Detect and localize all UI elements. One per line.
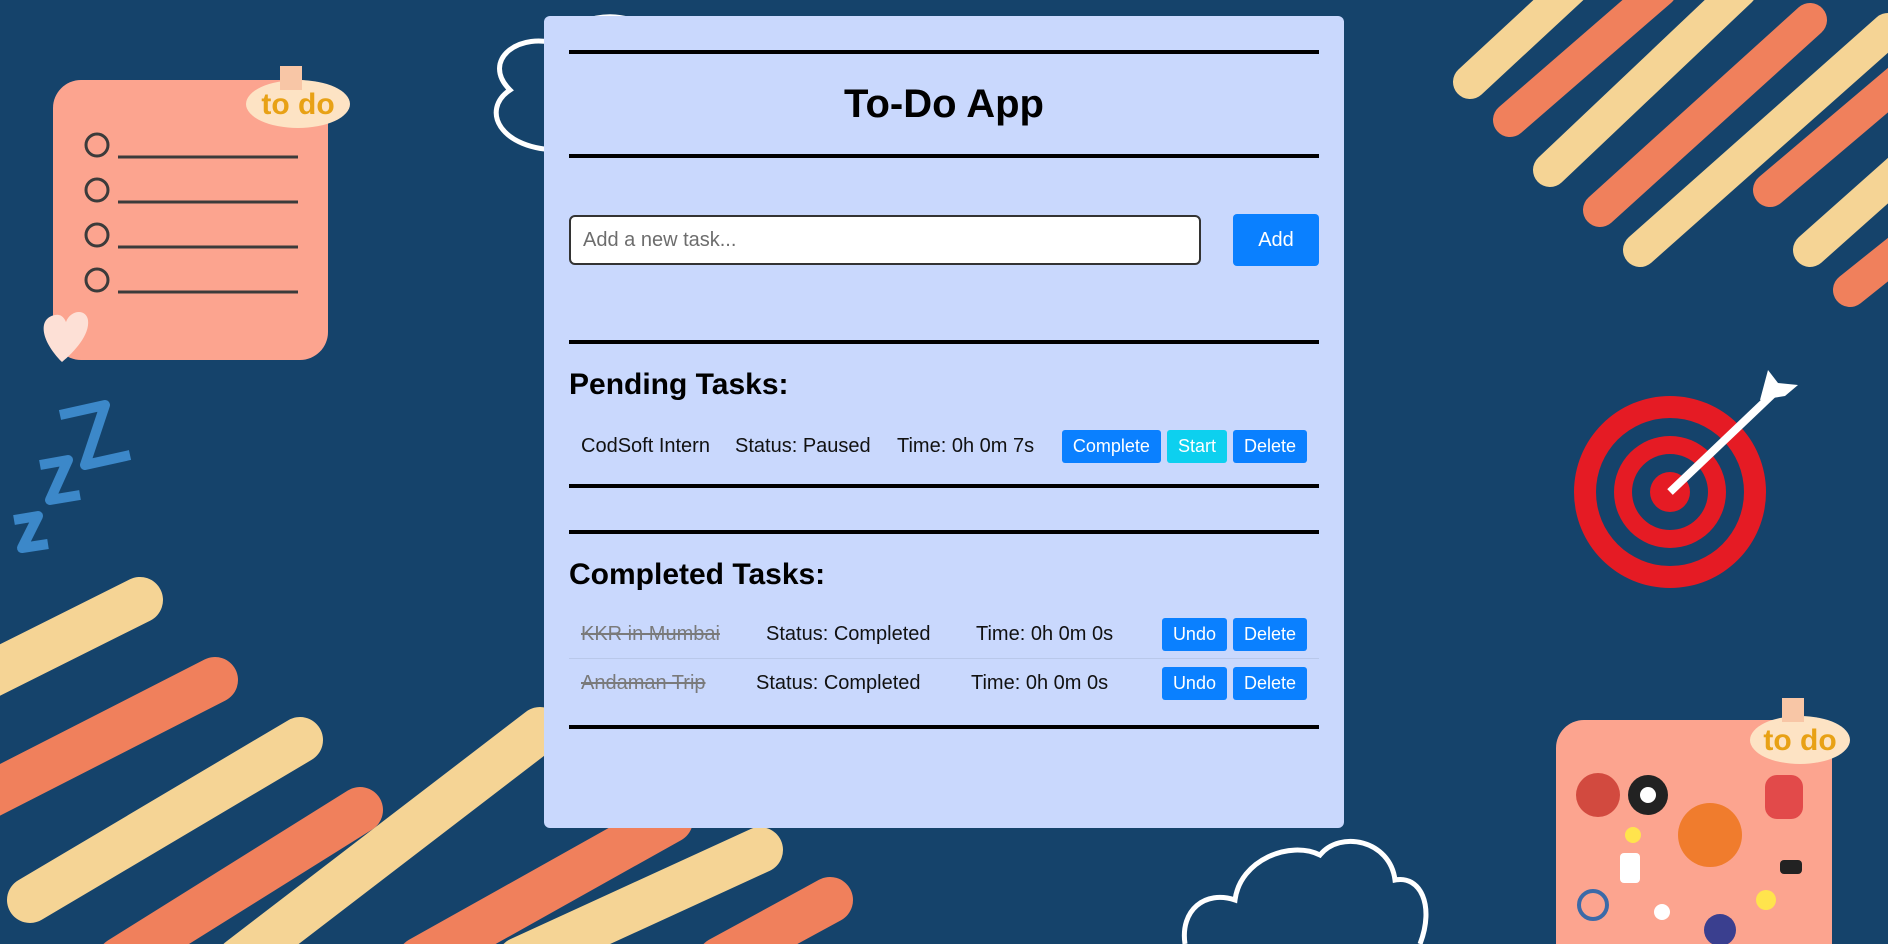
- complete-button[interactable]: Complete: [1061, 430, 1161, 463]
- task-status: Status: Paused: [735, 435, 871, 457]
- task-name: Andaman Trip: [581, 672, 706, 694]
- task-name: KKR in Mumbai: [581, 623, 720, 645]
- new-task-input[interactable]: [569, 215, 1201, 265]
- completed-bottom-divider: [569, 725, 1319, 729]
- add-task-row: Add: [569, 214, 1319, 266]
- todo-app-card: To-Do App Add Pending Tasks: CodSoft Int…: [544, 16, 1344, 828]
- undo-button[interactable]: Undo: [1161, 667, 1227, 700]
- task-name: CodSoft Intern: [581, 435, 710, 457]
- task-status: Status: Completed: [766, 623, 931, 645]
- target-decoration: [1574, 370, 1798, 588]
- pending-tasks-heading: Pending Tasks:: [569, 368, 789, 401]
- undo-button[interactable]: Undo: [1161, 618, 1227, 651]
- add-task-button[interactable]: Add: [1233, 214, 1319, 266]
- sports-sticker-text: to do: [1763, 724, 1836, 757]
- app-title: To-Do App: [844, 82, 1044, 126]
- completed-tasks-heading: Completed Tasks:: [569, 558, 826, 591]
- cloud-bottom-decoration: [1181, 838, 1429, 944]
- task-status: Status: Completed: [756, 672, 921, 694]
- sports-sticker-decoration: to do: [1556, 698, 1850, 944]
- completed-task-row: KKR in Mumbai Status: Completed Time: 0h…: [569, 610, 1319, 659]
- delete-button[interactable]: Delete: [1232, 667, 1307, 700]
- todo-note-decoration: to do: [43, 66, 350, 362]
- start-button[interactable]: Start: [1166, 430, 1227, 463]
- completed-task-row: Andaman Trip Status: Completed Time: 0h …: [569, 659, 1319, 707]
- task-time: Time: 0h 0m 0s: [976, 623, 1114, 645]
- task-actions: Undo Delete: [1161, 618, 1307, 651]
- task-time: Time: 0h 0m 0s: [971, 672, 1109, 694]
- delete-button[interactable]: Delete: [1232, 430, 1307, 463]
- task-actions: Undo Delete: [1161, 667, 1307, 700]
- zzz-decoration: [13, 400, 132, 553]
- delete-button[interactable]: Delete: [1232, 618, 1307, 651]
- top-right-stripes-decoration: [1453, 0, 1888, 307]
- todo-sticker-text: to do: [261, 88, 334, 121]
- pending-task-row: CodSoft Intern Status: Paused Time: 0h 0…: [569, 422, 1319, 470]
- task-actions: Complete Start Delete: [1061, 430, 1307, 463]
- task-time: Time: 0h 0m 7s: [897, 435, 1035, 457]
